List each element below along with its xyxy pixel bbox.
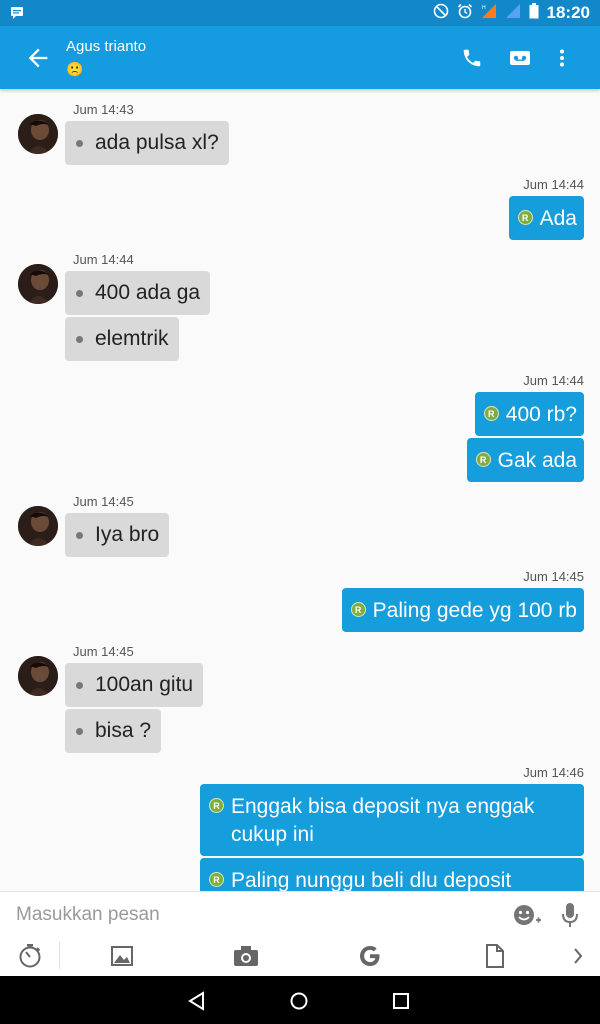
contact-status-emoji: 🙁 xyxy=(66,62,84,78)
alarm-icon xyxy=(457,3,473,23)
message-timestamp: Jum 14:46 xyxy=(523,765,584,780)
image-icon xyxy=(111,946,133,966)
app-bar: Agus trianto 🙁 xyxy=(0,26,600,89)
message-text: Enggak bisa deposit nya enggak cukup ini xyxy=(231,795,535,846)
message-text: 400 rb? xyxy=(505,403,577,426)
message-text: Iya bro xyxy=(95,523,160,546)
message-text: Paling nunggu beli dlu deposit xyxy=(231,869,512,891)
nav-home-button[interactable] xyxy=(286,988,312,1014)
unread-dot-icon xyxy=(76,139,83,147)
message-text: Ada xyxy=(539,207,577,230)
message-text: 100an gitu xyxy=(95,673,194,696)
message-text: Paling gede yg 100 rb xyxy=(372,599,577,622)
attach-file-button[interactable] xyxy=(481,942,509,970)
message-timestamp: Jum 14:44 xyxy=(523,373,584,388)
message-timestamp: Jum 14:43 xyxy=(73,102,134,117)
incoming-message[interactable]: 100an gitu xyxy=(65,663,204,707)
contact-avatar[interactable] xyxy=(18,264,58,304)
contact-avatar[interactable] xyxy=(18,656,58,696)
message-text: bisa ? xyxy=(95,719,152,742)
sent-status-icon: R xyxy=(350,602,366,617)
unread-dot-icon xyxy=(76,289,83,297)
more-options-button[interactable] xyxy=(548,44,576,72)
sent-status-icon: R xyxy=(209,798,224,813)
message-timestamp: Jum 14:44 xyxy=(73,252,134,267)
call-button[interactable] xyxy=(458,44,486,72)
microphone-icon xyxy=(562,903,578,927)
contact-name[interactable]: Agus trianto xyxy=(66,38,146,55)
sent-status-icon: R xyxy=(517,210,533,225)
contact-avatar[interactable] xyxy=(18,114,58,154)
outgoing-message[interactable]: R Paling gede yg 100 rb xyxy=(341,588,584,632)
sent-status-icon: R xyxy=(209,872,224,887)
message-composer: Masukkan pesan xyxy=(0,891,600,976)
sent-status-icon: R xyxy=(475,452,491,467)
clock: 18:20 xyxy=(546,3,590,22)
mobile-data-icon: H xyxy=(481,3,497,23)
message-timestamp: Jum 14:45 xyxy=(523,569,584,584)
circle-home-icon xyxy=(290,992,308,1010)
arrow-back-icon xyxy=(28,48,48,68)
square-recents-icon xyxy=(393,993,409,1009)
incoming-message[interactable]: ada pulsa xl? xyxy=(65,121,229,165)
camera-icon xyxy=(234,946,258,966)
toolbar-divider xyxy=(59,942,60,969)
message-text: elemtrik xyxy=(95,327,169,350)
outgoing-message[interactable]: R Paling nunggu beli dlu deposit xyxy=(200,858,584,891)
unread-dot-icon xyxy=(76,727,83,735)
incoming-message[interactable]: Iya bro xyxy=(65,513,170,557)
google-icon xyxy=(360,946,380,966)
signal-icon xyxy=(505,3,521,23)
add-emoji-icon xyxy=(514,905,541,925)
message-timestamp: Jum 14:44 xyxy=(523,177,584,192)
incoming-message[interactable]: bisa ? xyxy=(65,709,162,753)
incoming-message[interactable]: elemtrik xyxy=(65,317,179,361)
svg-text:H: H xyxy=(482,5,486,11)
outgoing-message[interactable]: R Gak ada xyxy=(466,438,584,482)
google-search-button[interactable] xyxy=(356,942,384,970)
do-not-disturb-icon xyxy=(433,3,449,23)
message-text: 400 ada ga xyxy=(95,281,201,304)
voicemail-button[interactable] xyxy=(506,44,534,72)
battery-icon xyxy=(529,3,539,23)
phone-icon xyxy=(463,49,481,67)
incoming-message[interactable]: 400 ada ga xyxy=(65,271,211,315)
unread-dot-icon xyxy=(76,335,83,343)
more-vert-icon xyxy=(560,49,564,67)
timer-button[interactable] xyxy=(16,942,44,970)
chevron-right-icon xyxy=(574,948,583,964)
unread-dot-icon xyxy=(76,681,83,689)
outgoing-message[interactable]: R 400 rb? xyxy=(474,392,584,436)
status-bar: H 18:20 xyxy=(0,0,600,26)
message-text: Gak ada xyxy=(497,449,577,472)
message-notification-icon xyxy=(10,5,24,24)
sent-status-icon: R xyxy=(483,406,499,421)
message-text: ada pulsa xl? xyxy=(95,131,219,154)
conversation[interactable]: Jum 14:43 ada pulsa xl? Jum 14:44 R Ada … xyxy=(0,89,600,891)
triangle-back-icon xyxy=(188,991,204,1011)
message-input[interactable]: Masukkan pesan xyxy=(16,904,160,926)
voice-input-button[interactable] xyxy=(556,900,584,930)
nav-back-button[interactable] xyxy=(184,988,210,1014)
system-navigation-bar xyxy=(0,976,600,1024)
camera-button[interactable] xyxy=(232,942,260,970)
more-tools-button[interactable] xyxy=(568,944,588,968)
unread-dot-icon xyxy=(76,531,83,539)
message-timestamp: Jum 14:45 xyxy=(73,644,134,659)
gallery-button[interactable] xyxy=(108,942,136,970)
outgoing-message[interactable]: R Ada xyxy=(508,196,584,240)
back-button[interactable] xyxy=(24,44,52,72)
file-icon xyxy=(486,944,504,968)
contact-avatar[interactable] xyxy=(18,506,58,546)
timer-icon xyxy=(19,944,41,968)
voicemail-icon xyxy=(510,51,530,65)
outgoing-message[interactable]: R Enggak bisa deposit nya enggak cukup i… xyxy=(200,784,584,856)
message-timestamp: Jum 14:45 xyxy=(73,494,134,509)
nav-recents-button[interactable] xyxy=(388,988,414,1014)
emoji-button[interactable] xyxy=(511,902,543,930)
